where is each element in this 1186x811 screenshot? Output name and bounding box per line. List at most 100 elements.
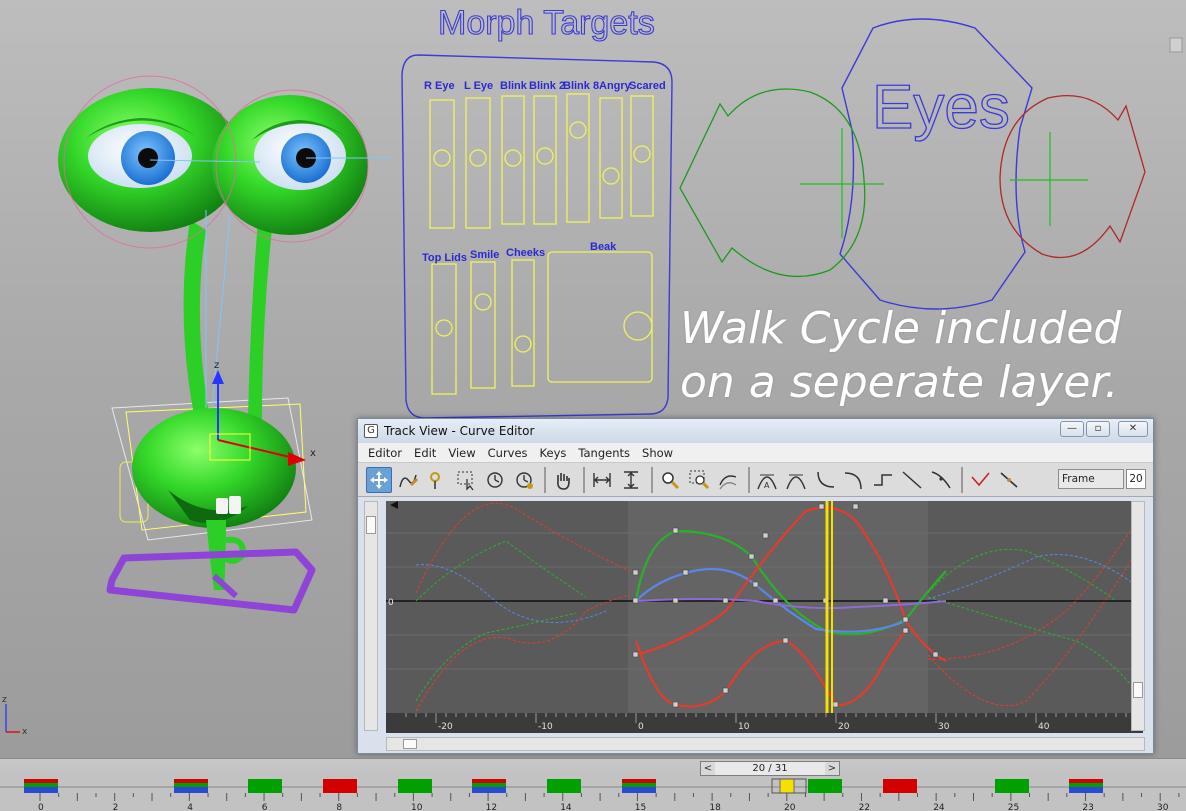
morph-slider[interactable] — [566, 93, 590, 223]
timeline-key[interactable] — [323, 779, 357, 793]
timeline-frame-label: 24 — [933, 803, 945, 811]
morph-slider-handle[interactable] — [602, 167, 620, 185]
time-slider-value: 20 / 31 — [752, 763, 788, 774]
tangent-smooth-icon[interactable] — [928, 467, 954, 493]
timeline-key[interactable] — [1069, 783, 1103, 787]
track-view-titlebar[interactable]: G Track View - Curve Editor — ▫ ✕ — [358, 419, 1153, 443]
time-slider-prev-button[interactable]: < — [701, 762, 715, 775]
morph-slider[interactable] — [465, 97, 491, 229]
tangent-linear-icon[interactable] — [899, 467, 925, 493]
beak-control-handle[interactable] — [623, 311, 653, 341]
timeline-key[interactable] — [547, 779, 581, 793]
draw-curves-icon[interactable] — [395, 467, 421, 493]
close-button[interactable]: ✕ — [1118, 421, 1148, 437]
zoom-region-icon[interactable] — [686, 467, 712, 493]
timeline-key[interactable] — [174, 787, 208, 793]
maximize-button[interactable]: ▫ — [1086, 421, 1110, 437]
morph-slider[interactable] — [429, 99, 455, 229]
timeline-key[interactable] — [622, 787, 656, 793]
overlay-line-2: on a seperate layer. — [680, 357, 1119, 408]
timeline-key[interactable] — [398, 779, 432, 793]
timeline-key[interactable] — [808, 779, 842, 793]
curve-graph[interactable]: 0 -20 -10 0 10 20 30 40 — [386, 501, 1143, 733]
vertical-scrollbar-left[interactable] — [364, 501, 378, 731]
morph-slider[interactable] — [533, 95, 557, 225]
tangent-auto-icon[interactable]: A — [754, 467, 780, 493]
timeline-key[interactable] — [1069, 787, 1103, 793]
morph-slider-handle[interactable] — [633, 145, 651, 163]
timeline-key[interactable] — [472, 787, 506, 793]
svg-text:A: A — [764, 481, 770, 490]
timeline-frame-label: 15 — [635, 803, 646, 811]
time-slider-next-button[interactable]: > — [825, 762, 839, 775]
timeline-key[interactable] — [24, 783, 58, 787]
frame-horizontal-icon[interactable] — [589, 467, 615, 493]
lock-tangents-icon[interactable] — [996, 467, 1022, 493]
menu-editor[interactable]: Editor — [368, 446, 402, 460]
select-region-icon[interactable] — [453, 467, 479, 493]
isolate-curve-icon[interactable] — [715, 467, 741, 493]
overlay-line-1: Walk Cycle included — [680, 303, 1122, 354]
morph-slider[interactable] — [511, 259, 535, 387]
morph-slider-handle[interactable] — [514, 335, 532, 353]
morph-label: Blink — [500, 80, 528, 92]
timeline-key[interactable] — [622, 783, 656, 787]
zoom-icon[interactable] — [657, 467, 683, 493]
eyes-outline — [839, 18, 1033, 310]
morph-slider-handle[interactable] — [569, 121, 587, 139]
add-keys-icon[interactable] — [424, 467, 450, 493]
morph-label: Angry — [599, 80, 632, 92]
morph-label: Scared — [629, 80, 666, 92]
toolbar-separator — [651, 466, 653, 493]
menu-curves[interactable]: Curves — [488, 446, 528, 460]
track-view-window[interactable]: G Track View - Curve Editor — ▫ ✕ Editor… — [357, 418, 1154, 754]
pan-icon[interactable] — [550, 467, 576, 493]
menu-tangents[interactable]: Tangents — [578, 446, 630, 460]
tangent-step-icon[interactable] — [870, 467, 896, 493]
vertical-scrollbar-right[interactable] — [1131, 501, 1145, 731]
timeline-frame-label: 0 — [38, 803, 44, 811]
tangent-custom-icon[interactable] — [783, 467, 809, 493]
timeline-key[interactable] — [472, 783, 506, 787]
timeline-key[interactable] — [248, 779, 282, 793]
morph-slider[interactable] — [599, 97, 623, 219]
menu-keys[interactable]: Keys — [540, 446, 567, 460]
minimize-button[interactable]: — — [1060, 421, 1084, 437]
timeline-key[interactable] — [174, 783, 208, 787]
svg-text:x: x — [310, 448, 316, 459]
horizontal-scrollbar[interactable] — [386, 737, 1145, 751]
timeline-key[interactable] — [883, 779, 917, 793]
time-slider[interactable]: < 20 / 31 > — [700, 761, 840, 776]
morph-slider[interactable] — [470, 261, 496, 389]
morph-slider-handle[interactable] — [433, 149, 451, 167]
menu-show[interactable]: Show — [642, 446, 673, 460]
timeline[interactable]: < 20 / 31 > 0 2 4 6 8 10 12 14 15 18 20 22 24 25 23 30 — [0, 758, 1186, 811]
track-bar[interactable]: 0 2 4 6 8 10 12 14 15 18 20 22 24 25 23 30 — [0, 777, 1186, 811]
morph-slider-handle[interactable] — [435, 319, 453, 337]
ruler-label: 10 — [738, 722, 750, 732]
track-view-menubar: Editor Edit View Curves Keys Tangents Sh… — [358, 443, 1153, 463]
toolbar-separator — [544, 466, 546, 493]
retime-all-icon[interactable] — [511, 467, 537, 493]
tangent-slow-icon[interactable] — [841, 467, 867, 493]
frame-values-icon[interactable] — [618, 467, 644, 493]
morph-slider-handle[interactable] — [474, 293, 492, 311]
show-tangents-icon[interactable] — [967, 467, 993, 493]
svg-text:0: 0 — [388, 598, 394, 608]
morph-slider-handle[interactable] — [504, 149, 522, 167]
menu-view[interactable]: View — [448, 446, 475, 460]
timeline-key[interactable] — [995, 779, 1029, 793]
tangent-fast-icon[interactable] — [812, 467, 838, 493]
morph-label: Smile — [470, 249, 499, 261]
ruler-label: 0 — [638, 722, 644, 732]
frame-label: Frame — [1058, 469, 1124, 489]
timeline-key[interactable] — [24, 787, 58, 793]
beak-control[interactable] — [547, 251, 653, 383]
timeline-frame-label: 6 — [262, 803, 268, 811]
morph-slider-handle[interactable] — [469, 149, 487, 167]
retime-icon[interactable] — [482, 467, 508, 493]
menu-edit[interactable]: Edit — [414, 446, 436, 460]
frame-input[interactable]: 20 — [1126, 469, 1146, 489]
morph-slider-handle[interactable] — [536, 147, 554, 165]
move-keys-icon[interactable] — [366, 466, 392, 493]
